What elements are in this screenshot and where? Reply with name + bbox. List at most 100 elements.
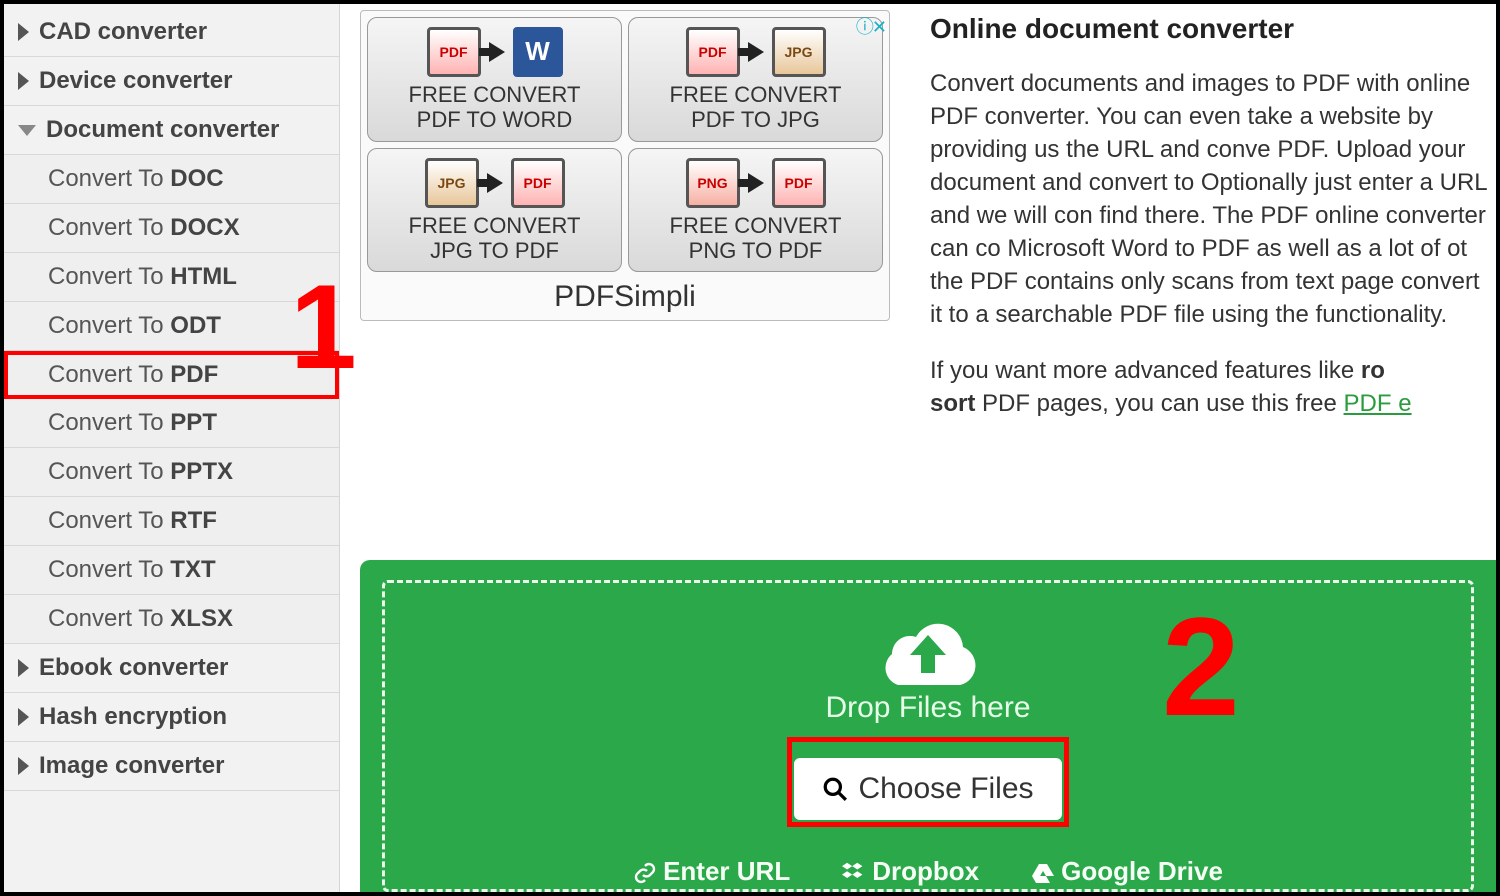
sidebar-cat-label: Image converter [39,752,224,780]
upload-sub-label: Dropbox [872,856,979,886]
sidebar-sub-docx[interactable]: Convert To DOCX [4,204,339,253]
sidebar-cat-label: Device converter [39,67,232,95]
search-icon [822,776,848,802]
sidebar-sub-pre: Convert To [48,361,170,388]
sidebar-cat-device[interactable]: Device converter [4,57,339,106]
sidebar-cat-label: Document converter [46,116,279,144]
sidebar-sub-ppt[interactable]: Convert To PPT [4,399,339,448]
dropbox-icon [842,861,866,885]
ad-cell-line2: PDF TO JPG [633,107,878,132]
sidebar-sub-txt[interactable]: Convert To TXT [4,546,339,595]
pdf-file-icon: PDF [511,158,565,208]
sidebar-cat-label: Hash encryption [39,703,227,731]
choose-files-button[interactable]: Choose Files [794,758,1061,820]
arrow-right-icon [748,42,764,62]
sidebar-sub-fmt: ODT [170,312,221,339]
sidebar-cat-label: Ebook converter [39,654,228,682]
ad-cell-pdf-to-word[interactable]: PDF W FREE CONVERT PDF TO WORD [367,17,622,142]
ad-cell-png-to-pdf[interactable]: PNG PDF FREE CONVERT PNG TO PDF [628,148,883,273]
caret-right-icon [18,659,29,677]
desc-text: PDF pages, you can use this free [975,390,1343,417]
description-paragraph-1: Convert documents and images to PDF with… [930,67,1496,332]
ad-close-icon[interactable]: ⓘ✕ [856,13,885,39]
description: Online document converter Convert docume… [930,10,1496,420]
png-file-icon: PNG [686,158,740,208]
upload-dropzone[interactable]: Drop Files here Choose Files Enter URL D… [382,580,1474,892]
jpg-file-icon: JPG [772,27,826,77]
ad-cell-pdf-to-jpg[interactable]: PDF JPG FREE CONVERT PDF TO JPG [628,17,883,142]
ad-cell-line1: FREE CONVERT [372,82,617,107]
ad-cell-line1: FREE CONVERT [633,213,878,238]
ad-caption: PDFSimpli [367,272,883,318]
ad-cell-jpg-to-pdf[interactable]: JPG PDF FREE CONVERT JPG TO PDF [367,148,622,273]
sidebar-sub-pre: Convert To [48,507,170,534]
sidebar-sub-odt[interactable]: Convert To ODT [4,302,339,351]
caret-right-icon [18,708,29,726]
arrow-right-icon [487,173,503,193]
sidebar-sub-pre: Convert To [48,409,170,436]
pdf-editor-link[interactable]: PDF e [1344,390,1412,417]
annotation-number-1: 1 [290,258,357,396]
caret-down-icon [18,125,36,136]
sidebar-cat-label: CAD converter [39,18,207,46]
google-drive-icon [1031,861,1055,885]
ad-cell-line1: FREE CONVERT [372,213,617,238]
sidebar-cat-image[interactable]: Image converter [4,742,339,791]
upload-area: Drop Files here Choose Files Enter URL D… [360,560,1496,892]
ad-icon-row: PDF W [372,24,617,80]
sidebar-sub-pptx[interactable]: Convert To PPTX [4,448,339,497]
sidebar-sub-rtf[interactable]: Convert To RTF [4,497,339,546]
ad-icon-row: PDF JPG [633,24,878,80]
sidebar-cat-ebook[interactable]: Ebook converter [4,644,339,693]
sidebar-sub-doc[interactable]: Convert To DOC [4,155,339,204]
ad-cell-line2: PNG TO PDF [633,238,878,263]
dropbox-link[interactable]: Dropbox [842,856,979,887]
sidebar-sub-pre: Convert To [48,263,170,290]
choose-files-label: Choose Files [858,772,1033,806]
sidebar-sub-pre: Convert To [48,458,170,485]
sidebar-sub-fmt: PPTX [170,458,233,485]
sidebar-sub-fmt: HTML [170,263,237,290]
pdf-file-icon: PDF [427,27,481,77]
google-drive-link[interactable]: Google Drive [1031,856,1223,887]
sidebar-sub-pre: Convert To [48,214,170,241]
sidebar-sub-pdf[interactable]: Convert To PDF [4,351,339,399]
upload-sub-label: Google Drive [1061,856,1223,886]
jpg-file-icon: JPG [425,158,479,208]
ad-cell-line2: PDF TO WORD [372,107,617,132]
ad-box: ⓘ✕ PDF W FREE CONVERT PDF TO WORD PDF JP… [360,10,890,321]
pdf-file-icon: PDF [686,27,740,77]
annotation-number-2: 2 [1162,586,1240,748]
sidebar-sub-fmt: RTF [170,507,217,534]
sidebar-cat-cad[interactable]: CAD converter [4,8,339,57]
caret-right-icon [18,23,29,41]
upload-sub-label: Enter URL [663,856,790,886]
main: ⓘ✕ PDF W FREE CONVERT PDF TO WORD PDF JP… [340,4,1496,892]
sidebar-sub-fmt: PPT [170,409,217,436]
sidebar-sub-html[interactable]: Convert To HTML [4,253,339,302]
page-title: Online document converter [930,10,1496,49]
sidebar-sub-fmt: TXT [170,556,215,583]
annotation-box-2: Choose Files [787,737,1068,827]
ad-cell-line2: JPG TO PDF [372,238,617,263]
caret-right-icon [18,757,29,775]
arrow-right-icon [489,42,505,62]
word-file-icon: W [513,27,563,77]
desc-text: If you want more advanced features like [930,357,1361,384]
description-paragraph-2: If you want more advanced features like … [930,354,1496,420]
sidebar-sub-xlsx[interactable]: Convert To XLSX [4,595,339,644]
desc-bold: ro [1361,357,1385,384]
caret-right-icon [18,72,29,90]
sidebar-cat-hash[interactable]: Hash encryption [4,693,339,742]
desc-bold: sort [930,390,975,417]
sidebar-sub-fmt: PDF [170,361,218,388]
sidebar-cat-document[interactable]: Document converter [4,106,339,155]
sidebar-sub-fmt: DOC [170,165,223,192]
enter-url-link[interactable]: Enter URL [633,856,790,887]
link-icon [633,861,657,885]
sidebar: CAD converter Device converter Document … [4,4,340,892]
sidebar-sub-pre: Convert To [48,605,170,632]
ad-grid: PDF W FREE CONVERT PDF TO WORD PDF JPG F… [367,17,883,272]
sidebar-sub-pre: Convert To [48,556,170,583]
sidebar-sub-fmt: DOCX [170,214,239,241]
